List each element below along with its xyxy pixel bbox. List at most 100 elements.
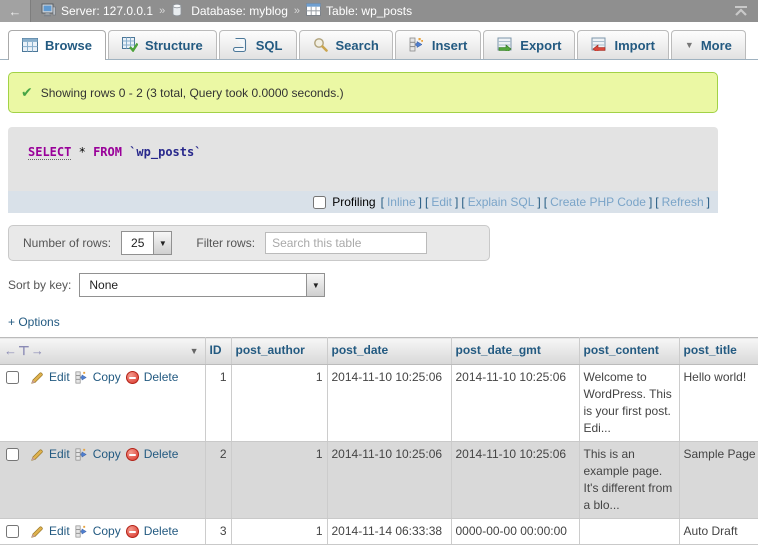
cell-post-content: This is an example page. It's different … [579,442,679,519]
profiling-checkbox[interactable] [313,196,326,209]
tab-export[interactable]: Export [483,30,575,59]
copy-row-link[interactable]: Copy [93,523,121,540]
cell-post-content [579,519,679,545]
export-icon [497,37,513,53]
tab-import-label: Import [614,38,654,53]
sql-query-section: SELECT * FROM `wp_posts` Profiling [ Inl… [8,127,718,213]
back-button[interactable]: ← [0,0,31,22]
row-actions-cell: Edit Copy Delete [0,519,205,545]
create-php-code-link[interactable]: Create PHP Code [550,195,646,209]
copy-row-link[interactable]: Copy [93,369,121,386]
database-icon [171,3,187,19]
column-header-post-date[interactable]: post_date [327,338,451,365]
tab-browse[interactable]: Browse [8,30,106,60]
breadcrumb-table-label: Table: wp_posts [326,4,412,18]
number-of-rows-value: 25 [122,232,153,254]
number-of-rows-label: Number of rows: [23,236,111,250]
status-message: ✔ Showing rows 0 - 2 (3 total, Query too… [8,72,718,113]
breadcrumb-database[interactable]: Database: myblog [171,3,288,19]
actions-dropdown-icon[interactable]: ▼ [190,346,199,356]
import-icon [591,37,607,53]
tab-search-label: Search [336,38,379,53]
row-select-checkbox[interactable] [6,371,19,384]
bracket: ] [649,195,652,209]
sql-query-box: SELECT * FROM `wp_posts` [8,127,718,191]
column-header-post-author[interactable]: post_author [231,338,327,365]
cell-id: 1 [205,365,231,442]
table-icon [306,3,322,19]
breadcrumb-server[interactable]: Server: 127.0.0.1 [41,3,153,19]
select-arrow-icon: ▼ [153,232,171,254]
bracket: ] [419,195,422,209]
row-controls-bar: Number of rows: 25 ▼ Filter rows: [8,225,490,261]
number-of-rows-select[interactable]: 25 ▼ [121,231,172,255]
row-select-checkbox[interactable] [6,525,19,538]
column-header-post-title[interactable]: post_title [679,338,758,365]
explain-sql-link[interactable]: Explain SQL [468,195,535,209]
bracket: ] [707,195,710,209]
row-navigation-icon[interactable]: ←⊤→ [4,343,45,359]
bracket: [ [655,195,658,209]
cell-post-title: Auto Draft [679,519,758,545]
bracket: [ [425,195,428,209]
column-header-post-date-gmt[interactable]: post_date_gmt [451,338,579,365]
edit-row-link[interactable]: Edit [49,446,70,463]
edit-row-link[interactable]: Edit [49,369,70,386]
server-icon [41,3,57,19]
breadcrumb-bar: ← Server: 127.0.0.1 » Database: myblog »… [0,0,758,22]
structure-icon [122,37,138,53]
filter-rows-label: Filter rows: [196,236,255,250]
tab-search[interactable]: Search [299,30,393,59]
sort-row: Sort by key: None ▼ [8,273,758,297]
copy-row-icon [75,371,88,384]
tab-sql-label: SQL [256,38,283,53]
breadcrumb: Server: 127.0.0.1 » Database: myblog » T… [31,3,724,19]
table-row: Edit Copy Delete 1 1 2014-11-10 10:25:06… [0,365,758,442]
bracket: [ [544,195,547,209]
column-header-id[interactable]: ID [205,338,231,365]
row-select-checkbox[interactable] [6,448,19,461]
options-toggle-link[interactable]: + Options [8,315,60,329]
bracket: ] [537,195,540,209]
status-message-text: Showing rows 0 - 2 (3 total, Query took … [41,86,344,100]
cell-post-date: 2014-11-10 10:25:06 [327,365,451,442]
cell-post-author: 1 [231,365,327,442]
tab-sql[interactable]: SQL [219,30,297,59]
cell-post-content: Welcome to WordPress. This is your first… [579,365,679,442]
delete-row-link[interactable]: Delete [144,369,179,386]
edit-query-link[interactable]: Edit [431,195,452,209]
edit-row-link[interactable]: Edit [49,523,70,540]
copy-row-icon [75,448,88,461]
breadcrumb-database-label: Database: myblog [191,4,288,18]
inline-link[interactable]: Inline [387,195,416,209]
cell-post-date-gmt: 2014-11-10 10:25:06 [451,442,579,519]
column-header-post-content[interactable]: post_content [579,338,679,365]
cell-post-date-gmt: 0000-00-00 00:00:00 [451,519,579,545]
tab-import[interactable]: Import [577,30,668,59]
cell-post-date-gmt: 2014-11-10 10:25:06 [451,365,579,442]
cell-id: 3 [205,519,231,545]
sort-by-key-label: Sort by key: [8,278,71,292]
sql-table-identifier: `wp_posts` [129,145,201,159]
results-table: ←⊤→ ▼ ID post_author post_date post_date… [0,337,758,545]
row-actions-cell: Edit Copy Delete [0,442,205,519]
cell-post-date: 2014-11-14 06:33:38 [327,519,451,545]
delete-row-link[interactable]: Delete [144,523,179,540]
refresh-link[interactable]: Refresh [662,195,704,209]
copy-row-link[interactable]: Copy [93,446,121,463]
actions-column-header: ←⊤→ ▼ [0,338,205,365]
tab-more[interactable]: ▼ More [671,30,746,59]
sort-by-key-select[interactable]: None ▼ [79,273,325,297]
cell-post-title: Sample Page [679,442,758,519]
collapse-console-button[interactable] [724,5,758,17]
row-actions-cell: Edit Copy Delete [0,365,205,442]
delete-row-link[interactable]: Delete [144,446,179,463]
breadcrumb-table[interactable]: Table: wp_posts [306,3,412,19]
tab-insert[interactable]: Insert [395,30,481,59]
cell-post-title: Hello world! [679,365,758,442]
edit-pencil-icon [30,448,44,462]
sql-star: * [79,145,86,159]
filter-rows-input[interactable] [265,232,427,254]
tab-structure[interactable]: Structure [108,30,217,59]
bracket: [ [381,195,384,209]
